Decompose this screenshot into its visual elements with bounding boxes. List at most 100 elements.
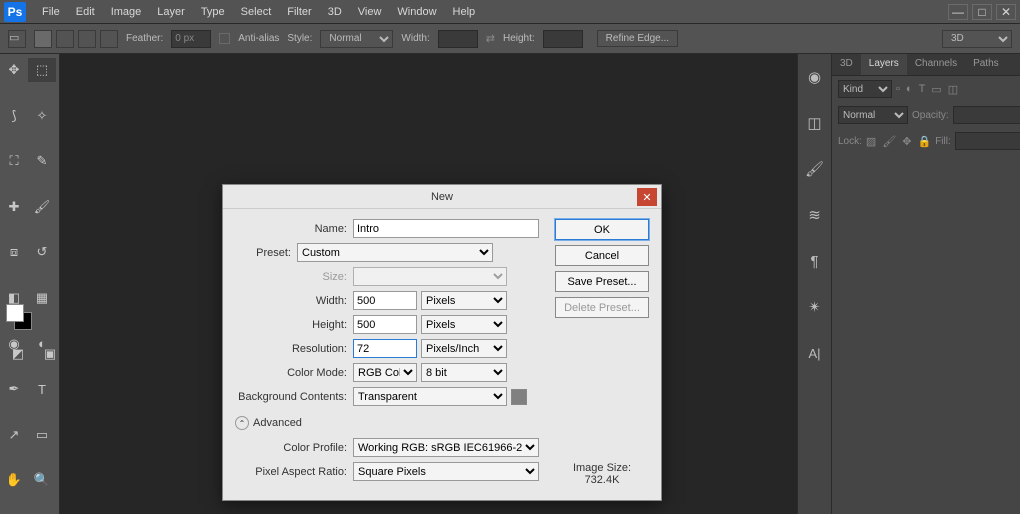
tab-paths[interactable]: Paths — [965, 54, 1007, 75]
eyedropper-tool-icon[interactable]: ✎ — [28, 149, 56, 173]
color-mode-label: Color Mode: — [235, 367, 353, 379]
marquee-tool-icon[interactable]: ⬚ — [28, 58, 56, 82]
opacity-label: Opacity: — [912, 110, 949, 121]
paragraph-panel-icon[interactable]: ¶ — [804, 250, 826, 272]
menu-3d[interactable]: 3D — [320, 2, 350, 22]
feather-label: Feather: — [126, 33, 163, 44]
antialias-label: Anti-alias — [238, 33, 279, 44]
filter-pixel-icon[interactable]: ▫ — [896, 83, 900, 96]
healing-tool-icon[interactable]: ✚ — [0, 195, 28, 219]
lock-pixels-icon[interactable]: 🖌 — [882, 135, 896, 148]
filter-smart-icon[interactable]: ◫ — [948, 83, 958, 96]
dialog-close-button[interactable]: ✕ — [637, 188, 657, 206]
menu-type[interactable]: Type — [193, 2, 233, 22]
close-icon[interactable]: ✕ — [996, 4, 1016, 20]
history-brush-tool-icon[interactable]: ↺ — [28, 240, 56, 264]
save-preset-button[interactable]: Save Preset... — [555, 271, 649, 292]
tab-channels[interactable]: Channels — [907, 54, 965, 75]
hand-tool-icon[interactable]: ✋ — [0, 468, 28, 492]
zoom-tool-icon[interactable]: 🔍 — [28, 468, 56, 492]
antialias-checkbox[interactable] — [219, 33, 230, 44]
pen-tool-icon[interactable]: ✒ — [0, 377, 28, 401]
menu-layer[interactable]: Layer — [149, 2, 193, 22]
adjustments-panel-icon[interactable]: ✴ — [804, 296, 826, 318]
menu-file[interactable]: File — [34, 2, 68, 22]
lock-all-icon[interactable]: 🔒 — [918, 135, 932, 148]
bg-color-swatch[interactable] — [511, 389, 527, 405]
tool-preset-icon[interactable]: ▭ — [8, 30, 26, 48]
menu-window[interactable]: Window — [389, 2, 444, 22]
menu-filter[interactable]: Filter — [279, 2, 319, 22]
name-input[interactable] — [353, 219, 539, 238]
quickmask-icon[interactable]: ◩ — [4, 342, 32, 366]
move-tool-icon[interactable]: ✥ — [0, 58, 28, 82]
lock-transparency-icon[interactable]: ▨ — [866, 135, 876, 148]
selection-sub-icon[interactable] — [78, 30, 96, 48]
app-logo-icon: Ps — [4, 2, 26, 22]
resolution-unit-select[interactable]: Pixels/Inch — [421, 339, 507, 358]
advanced-toggle[interactable]: ⌃ Advanced — [235, 416, 545, 430]
selection-add-icon[interactable] — [56, 30, 74, 48]
menu-view[interactable]: View — [350, 2, 390, 22]
fill-label: Fill: — [935, 136, 951, 147]
pixel-aspect-select[interactable]: Square Pixels — [353, 462, 539, 481]
tab-layers[interactable]: Layers — [861, 54, 907, 75]
filter-shape-icon[interactable]: ▭ — [931, 83, 941, 96]
width-unit-select[interactable]: Pixels — [421, 291, 507, 310]
dialog-titlebar[interactable]: New ✕ — [223, 185, 661, 209]
dialog-title: New — [431, 191, 453, 203]
type-tool-icon[interactable]: T — [28, 377, 56, 401]
opacity-input[interactable] — [953, 106, 1020, 124]
brushes-panel-icon[interactable]: 🖌 — [804, 158, 826, 180]
gradient-tool-icon[interactable]: ▦ — [28, 286, 56, 310]
layer-filter-select[interactable]: Kind — [838, 80, 892, 98]
layers-panel-icon[interactable]: ≋ — [804, 204, 826, 226]
lock-position-icon[interactable]: ✥ — [902, 135, 911, 148]
height-field[interactable] — [353, 315, 417, 334]
character-panel-icon[interactable]: A| — [804, 342, 826, 364]
workspace-select[interactable]: 3D — [942, 30, 1012, 48]
selection-new-icon[interactable] — [34, 30, 52, 48]
feather-input[interactable] — [171, 30, 211, 48]
tab-3d[interactable]: 3D — [832, 54, 861, 75]
style-select[interactable]: Normal — [320, 30, 393, 48]
blend-mode-select[interactable]: Normal — [838, 106, 908, 124]
menu-select[interactable]: Select — [233, 2, 280, 22]
name-label: Name: — [235, 223, 353, 235]
preset-select[interactable]: Custom — [297, 243, 493, 262]
shape-tool-icon[interactable]: ▭ — [28, 423, 56, 447]
layer-filter-icons[interactable]: ▫ ◐ T ▭ ◫ — [896, 83, 958, 96]
menu-edit[interactable]: Edit — [68, 2, 103, 22]
menu-help[interactable]: Help — [445, 2, 484, 22]
swap-wh-icon[interactable]: ⇄ — [486, 32, 495, 45]
width-field[interactable] — [353, 291, 417, 310]
maximize-icon[interactable]: □ — [972, 4, 992, 20]
selection-intersect-icon[interactable] — [100, 30, 118, 48]
minimize-icon[interactable]: — — [948, 4, 968, 20]
magic-wand-tool-icon[interactable]: ✧ — [28, 104, 56, 128]
refine-edge-button[interactable]: Refine Edge... — [597, 30, 678, 47]
filter-adjust-icon[interactable]: ◐ — [906, 83, 913, 96]
color-bits-select[interactable]: 8 bit — [421, 363, 507, 382]
stamp-tool-icon[interactable]: ⧈ — [0, 240, 28, 264]
height-unit-select[interactable]: Pixels — [421, 315, 507, 334]
color-mode-select[interactable]: RGB Color — [353, 363, 417, 382]
ok-button[interactable]: OK — [555, 219, 649, 240]
bg-contents-select[interactable]: Transparent — [353, 387, 507, 406]
fill-input[interactable] — [955, 132, 1020, 150]
resolution-label: Resolution: — [235, 343, 353, 355]
brush-tool-icon[interactable]: 🖌 — [28, 195, 56, 219]
tool-palette: ✥⬚ ⟆✧ ⛶✎ ✚🖌 ⧈↺ ◧▦ ◉◐ ✒T ↗▭ ✋🔍 ◩ ▣ — [0, 54, 60, 514]
filter-type-icon[interactable]: T — [919, 83, 926, 96]
crop-tool-icon[interactable]: ⛶ — [0, 149, 28, 173]
preset-label: Preset: — [235, 247, 297, 259]
color-profile-select[interactable]: Working RGB: sRGB IEC61966-2.1 — [353, 438, 539, 457]
path-tool-icon[interactable]: ↗ — [0, 423, 28, 447]
foreground-color-swatch[interactable] — [6, 304, 24, 322]
cancel-button[interactable]: Cancel — [555, 245, 649, 266]
materials-panel-icon[interactable]: ◉ — [804, 66, 826, 88]
menu-image[interactable]: Image — [103, 2, 150, 22]
resolution-field[interactable] — [353, 339, 417, 358]
swatches-panel-icon[interactable]: ◫ — [804, 112, 826, 134]
lasso-tool-icon[interactable]: ⟆ — [0, 104, 28, 128]
